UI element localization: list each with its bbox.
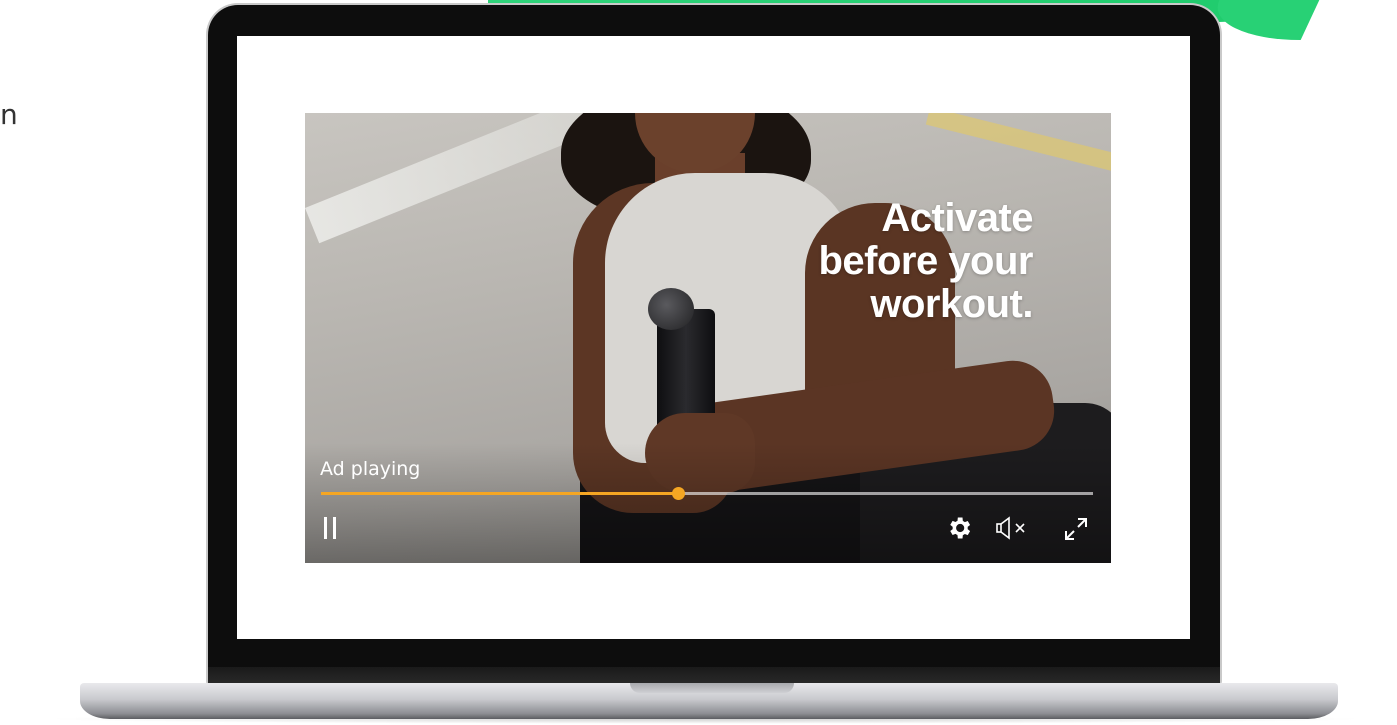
ad-headline-line-2: before your <box>818 239 1033 283</box>
ad-headline: Activate before your workout. <box>818 197 1033 326</box>
pause-icon <box>324 517 327 539</box>
ad-headline-line-1: Activate <box>881 196 1033 240</box>
speaker-muted-icon <box>996 516 1025 540</box>
gear-icon <box>950 517 971 539</box>
ad-status-label: Ad playing <box>320 458 421 480</box>
settings-button[interactable] <box>945 514 973 542</box>
side-text: n <box>0 98 18 131</box>
controls-shade <box>305 443 1111 563</box>
laptop-base <box>80 683 1338 719</box>
pause-button[interactable] <box>321 517 343 541</box>
progress-fill <box>321 492 679 495</box>
fullscreen-icon <box>1065 518 1087 540</box>
video-frame-yellow-line <box>925 113 1111 173</box>
video-player[interactable]: Activate before your workout. Ad playing <box>305 113 1111 563</box>
pause-icon-bar <box>333 517 336 539</box>
ad-headline-line-3: workout. <box>870 282 1033 326</box>
mute-button[interactable] <box>993 514 1033 542</box>
fullscreen-button[interactable] <box>1061 514 1091 544</box>
laptop-base-notch <box>630 683 794 693</box>
video-frame-device-head <box>648 288 694 330</box>
progress-bar[interactable] <box>321 487 1093 500</box>
